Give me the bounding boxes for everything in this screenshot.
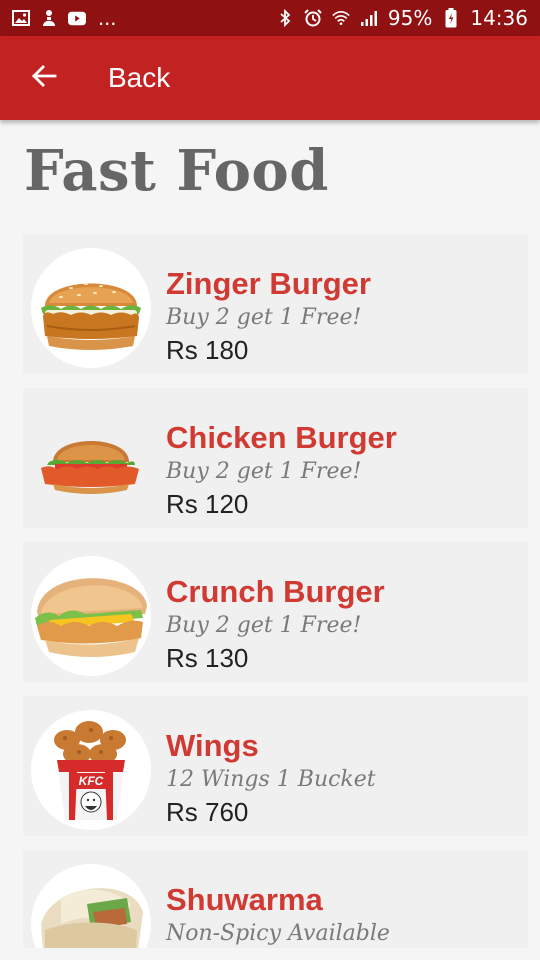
back-label[interactable]: Back — [108, 62, 170, 94]
item-name: Chicken Burger — [166, 420, 397, 455]
menu-item-zinger-burger[interactable]: Zinger Burger Buy 2 get 1 Free! Rs 180 — [23, 234, 528, 374]
item-name: Zinger Burger — [166, 266, 371, 301]
item-price: Rs 130 — [166, 643, 249, 673]
item-offer: Buy 2 get 1 Free! — [166, 305, 362, 330]
kfc-logo-text: KFC — [79, 774, 104, 788]
image-icon — [12, 9, 30, 27]
page-title: Fast Food — [24, 138, 329, 204]
item-price: Rs 760 — [166, 797, 249, 827]
app-bar: Back — [0, 36, 540, 120]
back-button[interactable] — [24, 58, 64, 98]
clock: 14:36 — [470, 6, 528, 30]
overflow-indicator: ... — [98, 5, 117, 30]
menu-list[interactable]: Zinger Burger Buy 2 get 1 Free! Rs 180 C… — [23, 234, 528, 948]
item-name: Crunch Burger — [166, 574, 385, 609]
signal-icon — [360, 9, 378, 27]
shuwarma-image — [31, 864, 151, 948]
bluetooth-icon — [276, 9, 294, 27]
item-price: Rs 120 — [166, 489, 249, 519]
youtube-icon — [68, 9, 86, 27]
menu-item-crunch-burger[interactable]: Crunch Burger Buy 2 get 1 Free! Rs 130 — [23, 542, 528, 682]
item-name: Wings — [166, 728, 259, 763]
item-offer: 12 Wings 1 Bucket — [166, 767, 376, 792]
crunch-burger-image — [31, 556, 151, 676]
item-offer: Buy 2 get 1 Free! — [166, 459, 362, 484]
item-offer: Non-Spicy Available — [166, 921, 390, 946]
wifi-icon — [332, 9, 350, 27]
notification-icon — [40, 9, 58, 27]
item-name: Shuwarma — [166, 882, 323, 917]
wings-bucket-image: KFC — [31, 710, 151, 830]
menu-item-wings[interactable]: KFC Wings 12 Wings 1 Bucket Rs 760 — [23, 696, 528, 836]
zinger-burger-image — [31, 248, 151, 368]
arrow-left-icon — [31, 63, 57, 94]
status-bar: ... 95% 14:36 — [0, 0, 540, 36]
item-price: Rs 180 — [166, 335, 249, 365]
chicken-burger-image — [31, 402, 151, 522]
item-offer: Buy 2 get 1 Free! — [166, 613, 362, 638]
alarm-icon — [304, 9, 322, 27]
menu-item-shuwarma[interactable]: Shuwarma Non-Spicy Available — [23, 850, 528, 948]
battery-percent: 95% — [387, 6, 433, 30]
battery-icon — [442, 8, 460, 28]
menu-item-chicken-burger[interactable]: Chicken Burger Buy 2 get 1 Free! Rs 120 — [23, 388, 528, 528]
